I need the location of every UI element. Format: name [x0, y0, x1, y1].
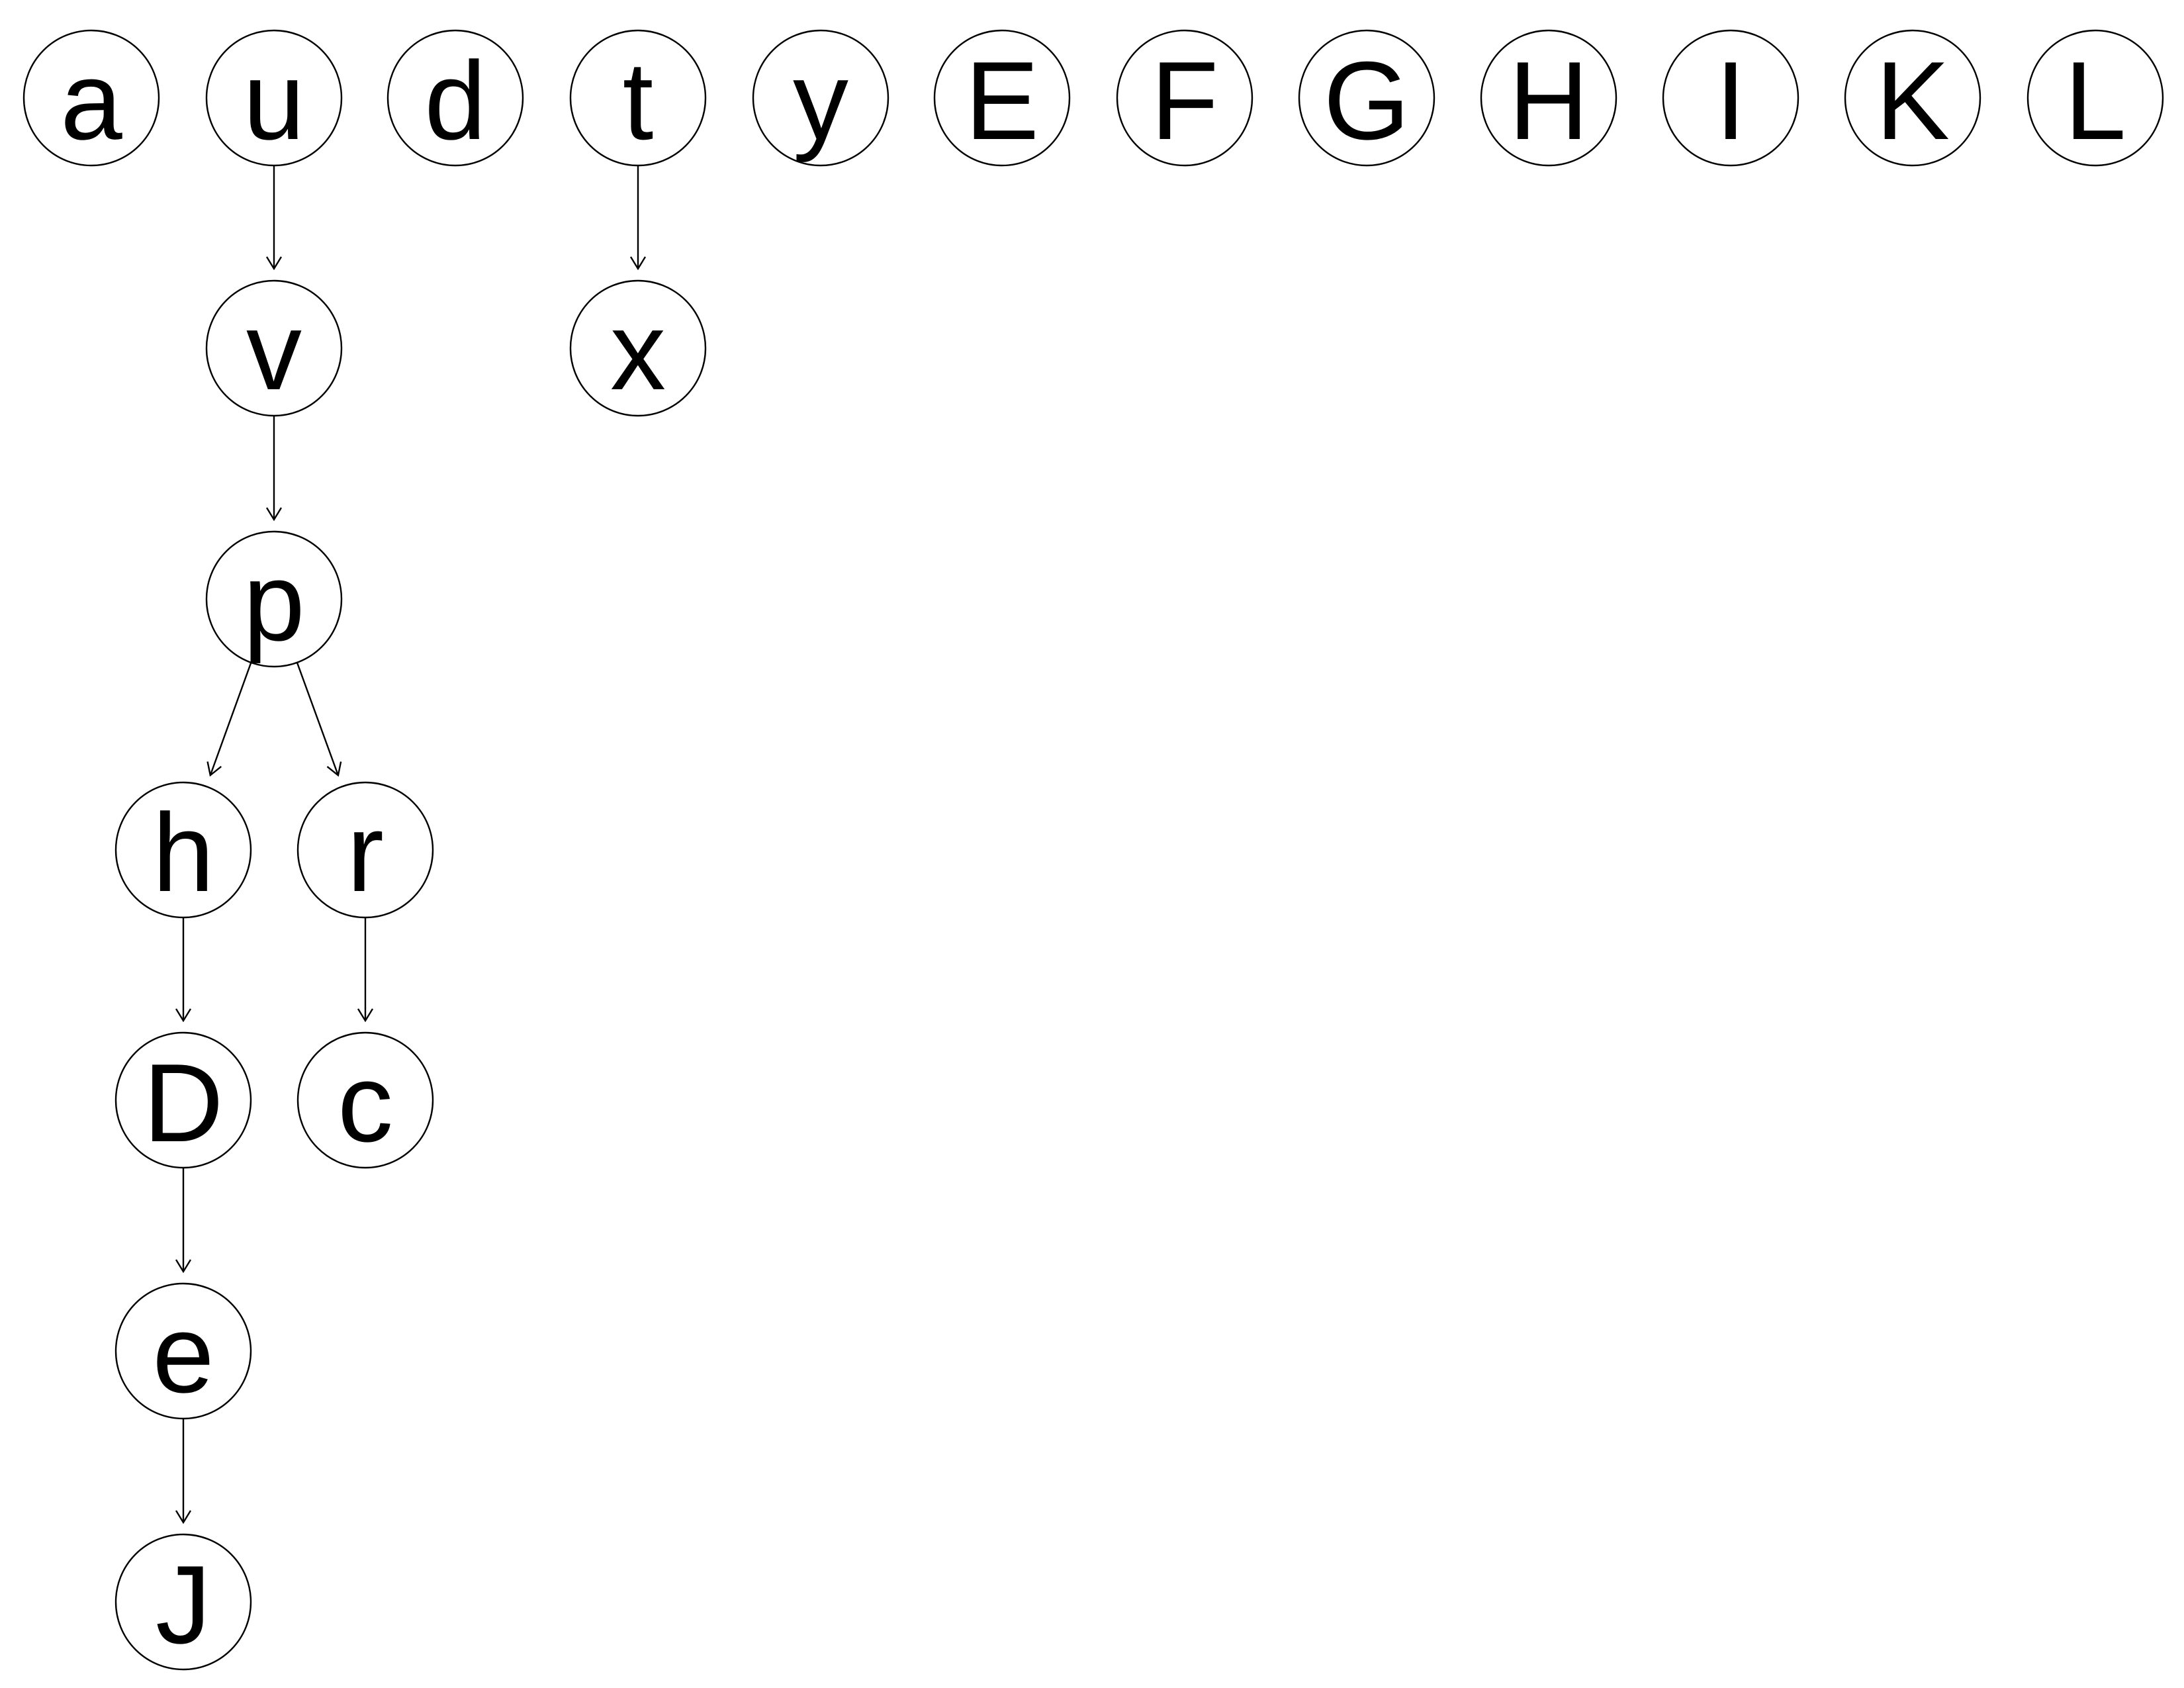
node-label: d	[424, 38, 486, 163]
node-r: r	[296, 781, 434, 919]
edge-p-to-r	[296, 662, 342, 777]
node-label: L	[2064, 38, 2126, 163]
node-I: I	[1662, 29, 1799, 167]
node-label: h	[152, 790, 214, 915]
nodes-layer: a u d t y E F G H I K Lv x p h r D c e J	[23, 29, 2164, 1671]
node-label: J	[156, 1542, 211, 1667]
node-label: F	[1151, 38, 1219, 163]
node-label: r	[347, 790, 384, 915]
node-L: L	[2026, 29, 2164, 167]
node-label: H	[1508, 38, 1588, 163]
node-K: K	[1844, 29, 1981, 167]
node-p: p	[205, 530, 343, 668]
node-label: v	[246, 289, 302, 413]
node-label: G	[1324, 38, 1410, 163]
node-v: v	[205, 279, 343, 417]
node-label: u	[243, 38, 304, 163]
node-c: c	[296, 1031, 434, 1169]
node-label: K	[1876, 38, 1950, 163]
node-a: a	[23, 29, 160, 167]
node-d: d	[387, 29, 524, 167]
node-label: y	[793, 38, 848, 163]
node-e: e	[114, 1282, 252, 1420]
node-label: a	[60, 38, 122, 163]
node-h: h	[114, 781, 252, 919]
node-label: e	[152, 1291, 214, 1416]
node-E: E	[933, 29, 1071, 167]
node-t: t	[569, 29, 707, 167]
node-y: y	[752, 29, 889, 167]
node-G: G	[1298, 29, 1435, 167]
node-label: x	[610, 289, 666, 413]
node-label: E	[965, 38, 1039, 163]
node-J: J	[114, 1533, 252, 1671]
tree-diagram: a u d t y E F G H I K Lv x p h r D c e J	[23, 29, 2164, 1671]
node-label: D	[143, 1041, 223, 1165]
node-u: u	[205, 29, 343, 167]
node-D: D	[114, 1031, 252, 1169]
node-label: c	[338, 1041, 393, 1165]
node-H: H	[1480, 29, 1617, 167]
node-label: p	[243, 539, 304, 664]
node-x: x	[569, 279, 707, 417]
node-F: F	[1116, 29, 1253, 167]
node-label: t	[623, 38, 654, 163]
node-label: I	[1715, 38, 1747, 163]
edge-p-to-h	[206, 662, 252, 777]
